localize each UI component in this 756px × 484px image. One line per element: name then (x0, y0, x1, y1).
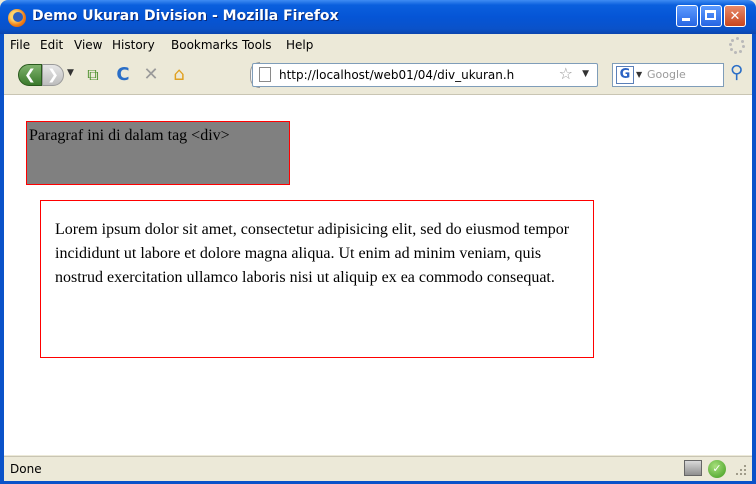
menu-bar: File Edit View History Bookmarks Tools H… (4, 34, 752, 56)
browser-window: Demo Ukuran Division - Mozilla Firefox ✕… (0, 0, 756, 484)
menu-tools[interactable]: Tools (242, 38, 272, 52)
menu-view[interactable]: View (74, 38, 102, 52)
back-button[interactable]: ❮ (18, 64, 42, 86)
url-dropdown-icon[interactable]: ▼ (582, 69, 589, 79)
reload-icon[interactable]: C (112, 64, 134, 86)
menu-edit[interactable]: Edit (40, 38, 63, 52)
search-bar[interactable]: G ▼ Google (612, 63, 724, 87)
firefox-icon (8, 9, 26, 27)
google-engine-icon[interactable]: G (616, 66, 634, 84)
window-title: Demo Ukuran Division - Mozilla Firefox (32, 8, 339, 24)
reload-page-icon[interactable]: ⧉ (82, 64, 104, 86)
status-text: Done (10, 462, 42, 476)
search-engine-dropdown-icon[interactable]: ▼ (636, 70, 642, 79)
title-bar[interactable]: Demo Ukuran Division - Mozilla Firefox ✕ (0, 0, 756, 34)
bookmark-star-icon[interactable]: ☆ (559, 66, 573, 82)
close-button[interactable]: ✕ (724, 5, 746, 27)
window-frame-right (752, 34, 756, 484)
menu-history[interactable]: History (112, 38, 155, 52)
forward-button[interactable]: ❯ (42, 64, 64, 86)
menu-help[interactable]: Help (286, 38, 313, 52)
maximize-button[interactable] (700, 5, 722, 27)
stop-icon[interactable]: ✕ (140, 64, 162, 86)
page-content: Paragraf ini di dalam tag <div> Lorem ip… (4, 95, 752, 455)
menu-bookmarks[interactable]: Bookmarks (171, 38, 238, 52)
home-icon[interactable]: ⌂ (168, 64, 190, 86)
throbber-icon (728, 36, 746, 54)
search-input[interactable]: Google (647, 68, 686, 81)
menu-file[interactable]: File (10, 38, 30, 52)
status-bar: Done ✓ (4, 456, 752, 481)
gray-div: Paragraf ini di dalam tag <div> (26, 121, 290, 185)
url-bar[interactable]: http://localhost/web01/04/div_ukuran.h ☆… (252, 63, 598, 87)
url-input[interactable]: http://localhost/web01/04/div_ukuran.h (279, 68, 523, 82)
search-icon[interactable]: ⚲ (730, 64, 743, 82)
lorem-div: Lorem ipsum dolor sit amet, consectetur … (40, 200, 594, 358)
back-arrow-icon: ❮ (24, 67, 36, 83)
resize-grip-icon[interactable] (734, 463, 748, 477)
history-dropdown-icon[interactable]: ▼ (67, 68, 74, 78)
minimize-icon (682, 18, 690, 21)
minimize-button[interactable] (676, 5, 698, 27)
forward-arrow-icon: ❯ (47, 67, 59, 83)
close-icon: ✕ (729, 8, 741, 24)
check-icon[interactable]: ✓ (708, 460, 726, 478)
maximize-icon (705, 10, 716, 20)
addon-icon[interactable] (684, 460, 702, 476)
navigation-toolbar: ❮ ❯ ▼ ⧉ C ✕ ⌂ http://localhost/web01/04/… (4, 56, 752, 95)
page-icon (259, 67, 271, 82)
